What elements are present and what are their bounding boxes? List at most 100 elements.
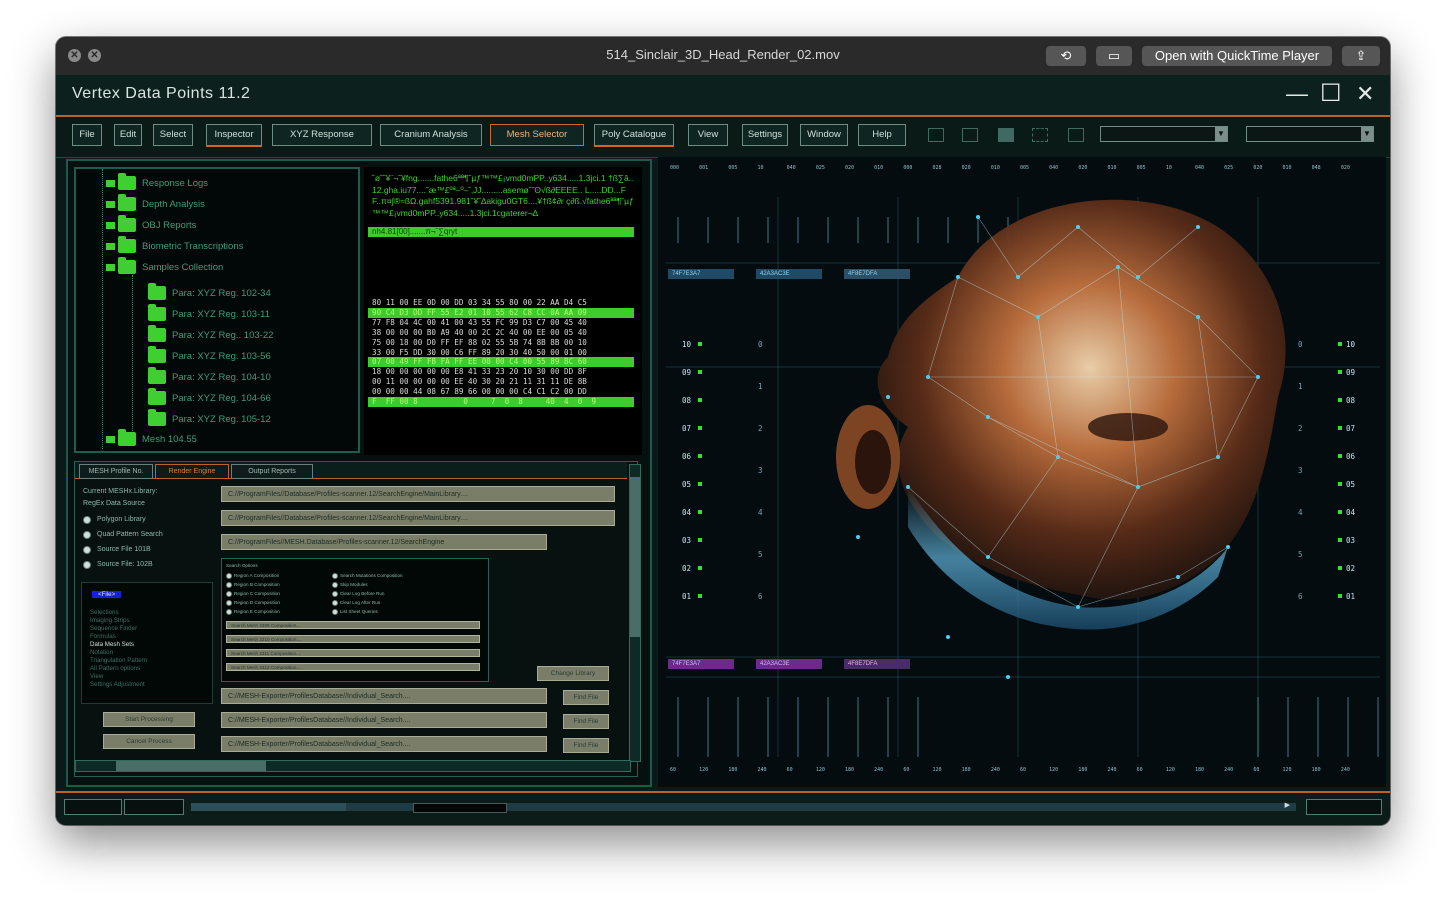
tree-item-para[interactable]: Para: XYZ Reg. 105-12: [148, 409, 271, 429]
option-radio[interactable]: [226, 573, 232, 579]
close-icon[interactable]: ✕: [1356, 81, 1374, 107]
scale-marker: [1338, 342, 1342, 346]
expander-icon[interactable]: [106, 221, 115, 229]
find-file-button[interactable]: Find File: [563, 690, 609, 705]
open-with-quicktime-button[interactable]: Open with QuickTime Player: [1142, 46, 1332, 66]
option-radio[interactable]: [332, 573, 338, 579]
menu-window[interactable]: Window: [800, 124, 848, 146]
change-library-button[interactable]: Change Library: [537, 666, 609, 681]
side-list-item[interactable]: Formulas: [90, 633, 116, 640]
menu-view[interactable]: View: [688, 124, 728, 146]
option-radio[interactable]: [226, 609, 232, 615]
option-radio[interactable]: [332, 609, 338, 615]
menu-cranium-analysis[interactable]: Cranium Analysis: [380, 124, 482, 146]
option-radio[interactable]: [332, 600, 338, 606]
option-radio[interactable]: [332, 591, 338, 597]
menu-edit[interactable]: Edit: [114, 124, 142, 146]
start-processing-button[interactable]: Start Processing: [103, 712, 195, 727]
radio-quad-pattern[interactable]: [83, 531, 91, 539]
horizontal-scrollbar[interactable]: [75, 760, 631, 772]
expander-icon[interactable]: [106, 179, 115, 187]
radio-source-101b[interactable]: [83, 546, 91, 554]
timeline-track[interactable]: ▶: [191, 801, 1296, 813]
timeline-thumb[interactable]: [413, 803, 507, 813]
tree-item-para[interactable]: Para: XYZ Reg.. 103-22: [148, 325, 273, 345]
render-viewport[interactable]: 74F7E3A7 42A3AC3E 4F8E7DFA 74F7E3A7 42A3…: [658, 157, 1386, 787]
vertical-scrollbar[interactable]: [629, 464, 641, 762]
play-arrow-icon[interactable]: ▶: [1285, 801, 1290, 809]
library-path-field[interactable]: C://ProgramFiles//MESH.Database/Profiles…: [221, 534, 547, 550]
export-path-field[interactable]: C://MESH-Exporter/ProfilesDatabase//Indi…: [221, 688, 547, 704]
option-radio[interactable]: [226, 600, 232, 606]
scroll-thumb[interactable]: [116, 761, 266, 771]
option-radio[interactable]: [332, 582, 338, 588]
tree-item-para[interactable]: Para: XYZ Reg. 104-66: [148, 388, 271, 408]
menu-help[interactable]: Help: [858, 124, 906, 146]
radio-source-102b[interactable]: [83, 561, 91, 569]
expander-icon[interactable]: [106, 242, 115, 250]
pin-icon[interactable]: [928, 128, 944, 142]
mesh-search-field[interactable]: Search Mesh 2310 Composition....: [226, 635, 480, 643]
side-list-item[interactable]: Sequence Finder: [90, 625, 137, 632]
side-list-item[interactable]: All Pattern options: [90, 665, 140, 672]
side-list-item[interactable]: View: [90, 673, 103, 680]
maximize-icon[interactable]: ☐: [1320, 79, 1342, 108]
option-radio[interactable]: [226, 591, 232, 597]
select-area-icon[interactable]: [1032, 128, 1048, 142]
menu-xyz-response[interactable]: XYZ Response: [272, 124, 372, 146]
tree-item-biometric[interactable]: Biometric Transcriptions: [106, 236, 243, 256]
dropdown-2[interactable]: ▼: [1246, 126, 1374, 142]
expander-icon[interactable]: [106, 435, 115, 443]
trim-icon[interactable]: ▭: [1096, 46, 1132, 66]
menu-select[interactable]: Select: [153, 124, 193, 146]
menu-file[interactable]: File: [72, 124, 102, 146]
tree-item-depth-analysis[interactable]: Depth Analysis: [106, 194, 205, 214]
tick-label: 10: [1165, 165, 1172, 171]
stop-icon[interactable]: [998, 128, 1014, 142]
menu-inspector[interactable]: Inspector: [206, 124, 262, 147]
menu-poly-catalogue[interactable]: Poly Catalogue: [594, 124, 674, 147]
find-file-button[interactable]: Find File: [563, 738, 609, 753]
share-icon[interactable]: ⇪: [1342, 46, 1380, 66]
side-list-item[interactable]: Imaging Strips: [90, 617, 130, 624]
library-path-field[interactable]: C://ProgramFiles//Database/Profiles-scan…: [221, 486, 615, 502]
export-path-field[interactable]: C://MESH-Exporter/ProfilesDatabase//Indi…: [221, 712, 547, 728]
dropdown-1[interactable]: ▼: [1100, 126, 1228, 142]
side-list-item[interactable]: Data Mesh Sets: [90, 641, 134, 648]
tree-item-para[interactable]: Para: XYZ Reg. 104-10: [148, 367, 271, 387]
expand-icon[interactable]: [962, 128, 978, 142]
radio-polygon-library[interactable]: [83, 516, 91, 524]
library-path-field[interactable]: C://ProgramFiles//Database/Profiles-scan…: [221, 510, 615, 526]
expander-icon[interactable]: [106, 200, 115, 208]
tree-item-obj-reports[interactable]: OBJ Reports: [106, 215, 196, 235]
scroll-thumb[interactable]: [630, 477, 640, 637]
side-list-item[interactable]: Triangulation Pattern: [90, 657, 147, 664]
mesh-search-field[interactable]: Search Mesh 2309 Composition....: [226, 621, 480, 629]
tree-item-response-logs[interactable]: Response Logs: [106, 173, 208, 193]
cancel-process-button[interactable]: Cancel Process: [103, 734, 195, 749]
menu-settings[interactable]: Settings: [742, 124, 788, 146]
side-list-item[interactable]: Notation: [90, 649, 113, 656]
side-list-item[interactable]: Settings Adjustment: [90, 681, 145, 688]
rotate-icon[interactable]: ⟲: [1046, 46, 1086, 66]
tab-render-engine[interactable]: Render Engine: [155, 464, 229, 479]
tab-mesh-profile[interactable]: MESH Profile No.: [79, 464, 153, 479]
windows-icon[interactable]: [1068, 128, 1084, 142]
tree-item-para[interactable]: Para: XYZ Reg. 102-34: [148, 283, 271, 303]
tree-item-para[interactable]: Para: XYZ Reg. 103-56: [148, 346, 271, 366]
scale-label: 1: [1298, 382, 1303, 391]
tree-item-para[interactable]: Para: XYZ Reg. 103-11: [148, 304, 270, 324]
side-list-item[interactable]: Selections: [90, 609, 119, 616]
export-path-field[interactable]: C://MESH-Exporter/ProfilesDatabase//Indi…: [221, 736, 547, 752]
option-radio[interactable]: [226, 582, 232, 588]
tree-item-samples[interactable]: Samples Collection: [106, 257, 223, 277]
menu-mesh-selector[interactable]: Mesh Selector: [490, 124, 584, 146]
side-list-selected[interactable]: <File>: [92, 591, 122, 598]
minimize-icon[interactable]: —: [1286, 81, 1308, 107]
tab-output-reports[interactable]: Output Reports: [231, 464, 313, 479]
mesh-search-field[interactable]: Search Mesh 2312 Composition....: [226, 663, 480, 671]
mesh-search-field[interactable]: Search Mesh 2311 Composition....: [226, 649, 480, 657]
find-file-button[interactable]: Find File: [563, 714, 609, 729]
tree-item-mesh[interactable]: Mesh 104.55: [106, 429, 197, 449]
expander-icon[interactable]: [106, 263, 115, 271]
